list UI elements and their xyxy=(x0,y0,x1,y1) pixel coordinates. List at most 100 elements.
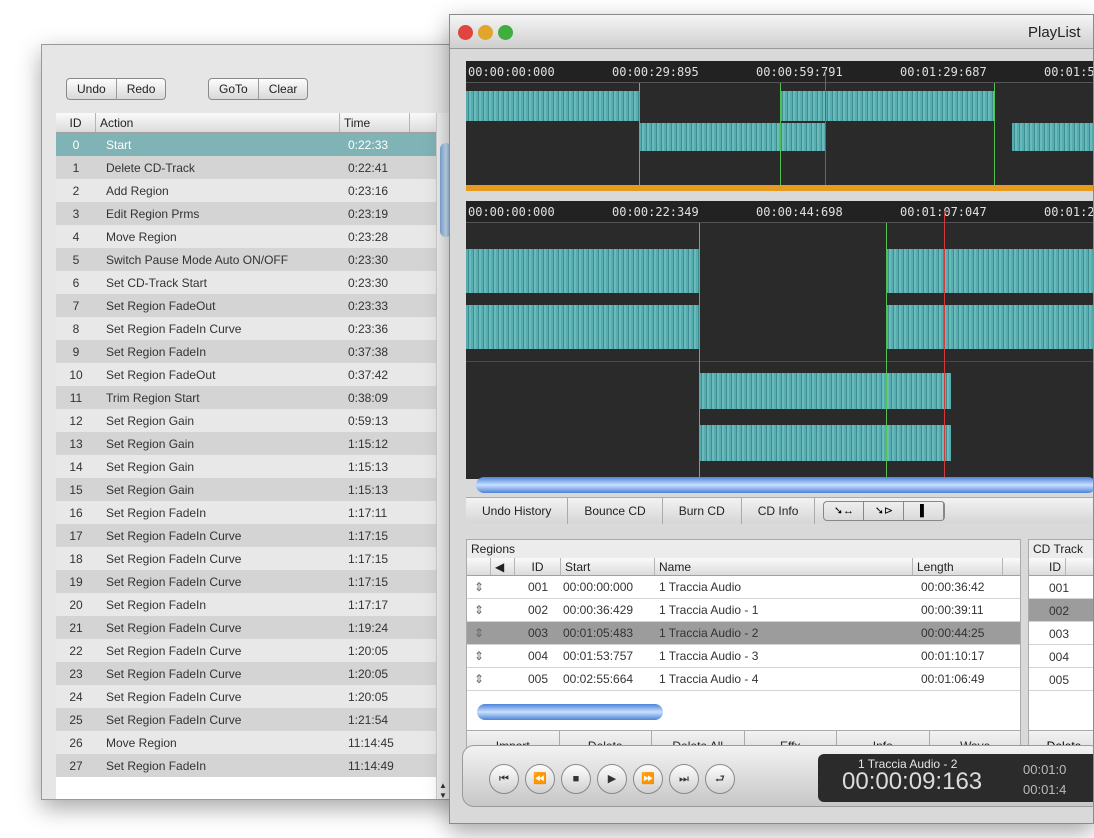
table-row[interactable]: ⇕ 003 00:01:05:483 1 Traccia Audio - 2 00:00… xyxy=(467,622,1020,645)
stop-icon[interactable]: ■ xyxy=(561,764,591,794)
column-header-name[interactable]: Name xyxy=(655,558,913,575)
waveform-region[interactable] xyxy=(466,91,639,121)
play-icon[interactable]: ▶ xyxy=(597,764,627,794)
cd-track-row[interactable]: 001 xyxy=(1029,576,1093,599)
regions-horizontal-scrollbar[interactable] xyxy=(477,704,663,720)
table-row[interactable]: 0 Start 0:22:33 xyxy=(56,133,436,156)
column-header-id[interactable]: ID xyxy=(1029,558,1066,575)
playhead[interactable] xyxy=(825,71,826,187)
table-row[interactable]: ⇕ 004 00:01:53:757 1 Traccia Audio - 3 00:01… xyxy=(467,645,1020,668)
fast-forward-icon[interactable]: ⏩ xyxy=(633,764,663,794)
waveform-region[interactable] xyxy=(780,91,994,121)
table-row[interactable]: 3 Edit Region Prms 0:23:19 xyxy=(56,202,436,225)
table-row[interactable]: ⇕ 002 00:00:36:429 1 Traccia Audio - 1 00:00… xyxy=(467,599,1020,622)
table-row[interactable]: 13 Set Region Gain 1:15:12 xyxy=(56,432,436,455)
undo-history-button[interactable]: Undo History xyxy=(466,497,569,524)
cd-track-row[interactable]: 003 xyxy=(1029,622,1093,645)
cd-track-row[interactable]: 002 xyxy=(1029,599,1093,622)
table-row[interactable]: 14 Set Region Gain 1:15:13 xyxy=(56,455,436,478)
cd-track-marker[interactable] xyxy=(886,223,887,479)
waveform-region[interactable] xyxy=(466,249,699,293)
playlist-title-bar[interactable]: PlayList xyxy=(450,15,1093,49)
playhead[interactable] xyxy=(944,211,945,479)
table-row[interactable]: 8 Set Region FadeIn Curve 0:23:36 xyxy=(56,317,436,340)
table-row[interactable]: ⇕ 001 00:00:00:000 1 Traccia Audio 00:00:36:… xyxy=(467,576,1020,599)
table-row[interactable]: 21 Set Region FadeIn Curve 1:19:24 xyxy=(56,616,436,639)
speaker-icon[interactable]: ◀ xyxy=(491,558,515,575)
overview-range-bar[interactable] xyxy=(466,185,1093,191)
table-row[interactable]: 10 Set Region FadeOut 0:37:42 xyxy=(56,363,436,386)
table-row[interactable]: 4 Move Region 0:23:28 xyxy=(56,225,436,248)
table-row[interactable]: 15 Set Region Gain 1:15:13 xyxy=(56,478,436,501)
table-row[interactable]: 22 Set Region FadeIn Curve 1:20:05 xyxy=(56,639,436,662)
waveform-region[interactable] xyxy=(886,249,1093,293)
drag-handle-icon[interactable]: ⇕ xyxy=(467,626,491,640)
waveform-region[interactable] xyxy=(699,373,951,409)
overview-timeline[interactable]: 00:00:00:000 00:00:29:895 00:00:59:791 0… xyxy=(466,61,1093,187)
history-cell-time: 0:23:16 xyxy=(348,183,389,198)
waveform-region[interactable] xyxy=(639,123,825,151)
table-row[interactable]: 6 Set CD-Track Start 0:23:30 xyxy=(56,271,436,294)
history-table[interactable]: ID Action Time 0 Start 0:22:33 1 Delete CD-T… xyxy=(56,113,436,799)
clear-button[interactable]: Clear xyxy=(259,79,308,99)
table-row[interactable]: 19 Set Region FadeIn Curve 1:17:15 xyxy=(56,570,436,593)
scroll-down-arrow-icon[interactable]: ▼ xyxy=(439,791,447,799)
table-row[interactable]: 26 Move Region 11:14:45 xyxy=(56,731,436,754)
loop-icon[interactable]: ⮐ xyxy=(705,764,735,794)
column-header-time[interactable]: Time xyxy=(340,113,410,132)
zoom-icon[interactable] xyxy=(498,25,513,40)
scroll-up-arrow-icon[interactable]: ▲ xyxy=(439,781,447,790)
move-tool-icon[interactable]: ➘↔ xyxy=(824,501,865,520)
drag-handle-icon[interactable]: ⇕ xyxy=(467,649,491,663)
column-header-start[interactable]: Start xyxy=(561,558,655,575)
cd-track-marker[interactable] xyxy=(639,83,640,187)
minimize-icon[interactable] xyxy=(478,25,493,40)
goto-button[interactable]: GoTo xyxy=(209,79,259,99)
table-row[interactable]: 16 Set Region FadeIn 1:17:11 xyxy=(56,501,436,524)
bounce-cd-button[interactable]: Bounce CD xyxy=(568,497,663,524)
table-row[interactable]: ⇕ 005 00:02:55:664 1 Traccia Audio - 4 00:01… xyxy=(467,668,1020,691)
redo-button[interactable]: Redo xyxy=(117,79,166,99)
table-row[interactable]: 7 Set Region FadeOut 0:23:33 xyxy=(56,294,436,317)
cd-track-row[interactable]: 005 xyxy=(1029,668,1093,691)
waveform-region[interactable] xyxy=(886,305,1093,349)
table-row[interactable]: 1 Delete CD-Track 0:22:41 xyxy=(56,156,436,179)
table-row[interactable]: 2 Add Region 0:23:16 xyxy=(56,179,436,202)
column-header-length[interactable]: Length xyxy=(913,558,1003,575)
burn-cd-button[interactable]: Burn CD xyxy=(663,497,742,524)
cd-track-marker[interactable] xyxy=(699,223,700,479)
cd-track-row[interactable]: 004 xyxy=(1029,645,1093,668)
table-row[interactable]: 25 Set Region FadeIn Curve 1:21:54 xyxy=(56,708,436,731)
drag-handle-icon[interactable]: ⇕ xyxy=(467,603,491,617)
column-header-id[interactable]: ID xyxy=(56,113,96,132)
waveform-region[interactable] xyxy=(1012,123,1093,151)
table-row[interactable]: 17 Set Region FadeIn Curve 1:17:15 xyxy=(56,524,436,547)
table-row[interactable]: 27 Set Region FadeIn 11:14:49 xyxy=(56,754,436,777)
marker-tool-icon[interactable]: ▌ xyxy=(904,501,945,520)
drag-handle-icon[interactable]: ⇕ xyxy=(467,672,491,686)
waveform-region[interactable] xyxy=(466,305,699,349)
cd-track-marker[interactable] xyxy=(780,83,781,187)
table-row[interactable]: 12 Set Region Gain 0:59:13 xyxy=(56,409,436,432)
go-to-start-icon[interactable]: ⏮ xyxy=(489,764,519,794)
rewind-icon[interactable]: ⏪ xyxy=(525,764,555,794)
table-row[interactable]: 5 Switch Pause Mode Auto ON/OFF 0:23:30 xyxy=(56,248,436,271)
undo-button[interactable]: Undo xyxy=(67,79,117,99)
column-header-action[interactable]: Action xyxy=(96,113,340,132)
table-row[interactable]: 9 Set Region FadeIn 0:37:38 xyxy=(56,340,436,363)
column-header-id[interactable]: ID xyxy=(515,558,561,575)
waveform-region[interactable] xyxy=(699,425,951,461)
table-row[interactable]: 24 Set Region FadeIn Curve 1:20:05 xyxy=(56,685,436,708)
cd-track-marker[interactable] xyxy=(994,83,995,187)
go-to-end-icon[interactable]: ⏭ xyxy=(669,764,699,794)
close-icon[interactable] xyxy=(458,25,473,40)
trim-tool-icon[interactable]: ➘⊳ xyxy=(864,501,905,520)
table-row[interactable]: 11 Trim Region Start 0:38:09 xyxy=(56,386,436,409)
detail-timeline[interactable]: 00:00:00:000 00:00:22:349 00:00:44:698 0… xyxy=(466,201,1093,479)
table-row[interactable]: 18 Set Region FadeIn Curve 1:17:15 xyxy=(56,547,436,570)
timeline-horizontal-scrollbar[interactable] xyxy=(476,477,1093,493)
table-row[interactable]: 23 Set Region FadeIn Curve 1:20:05 xyxy=(56,662,436,685)
table-row[interactable]: 20 Set Region FadeIn 1:17:17 xyxy=(56,593,436,616)
drag-handle-icon[interactable]: ⇕ xyxy=(467,580,491,594)
cd-info-button[interactable]: CD Info xyxy=(742,497,816,524)
